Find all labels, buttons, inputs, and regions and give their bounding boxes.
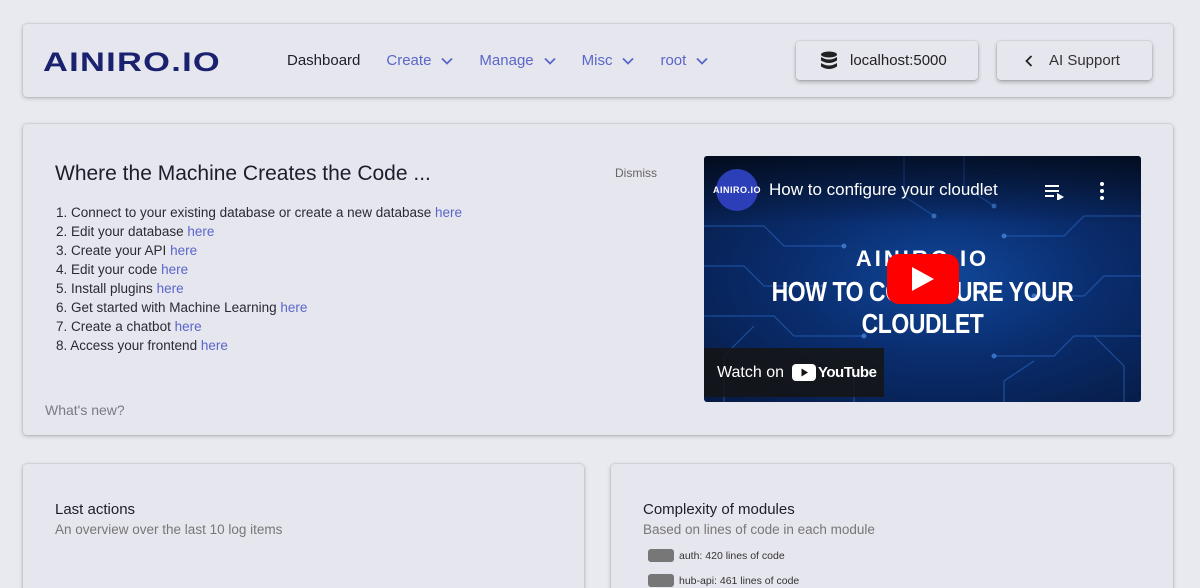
playlist-add-icon[interactable]: [1045, 184, 1065, 200]
chevron-down-icon: [544, 57, 556, 65]
youtube-embed[interactable]: AINIRO.IO How to configure your cloudlet…: [704, 156, 1141, 402]
complexity-subtitle: Based on lines of code in each module: [643, 522, 875, 537]
step-text: 3. Create your API: [56, 243, 167, 258]
step-link[interactable]: here: [187, 224, 214, 239]
step-link[interactable]: here: [161, 262, 188, 277]
chevron-down-icon: [441, 57, 454, 65]
database-button-label: localhost:5000: [850, 52, 947, 69]
watch-on-label: Watch on: [717, 363, 784, 381]
getting-started-steps: 1. Connect to your existing database or …: [56, 203, 462, 355]
step-link[interactable]: here: [175, 319, 202, 334]
database-icon: [821, 51, 837, 69]
step-text: 1. Connect to your existing database or …: [56, 205, 432, 220]
nav-root[interactable]: root: [660, 52, 708, 69]
step-text: 8. Access your frontend: [56, 338, 198, 353]
step-text: 4. Edit your code: [56, 262, 158, 277]
legend-swatch: [648, 549, 674, 562]
step-text: 7. Create a chatbot: [56, 319, 171, 334]
legend-label: auth: 420 lines of code: [679, 549, 785, 562]
chevron-left-icon: [1025, 54, 1033, 67]
ainiro-logo[interactable]: AINIRO.IO: [43, 48, 223, 74]
play-icon: [912, 267, 934, 291]
list-item: 6. Get started with Machine Learning her…: [56, 298, 462, 317]
ai-support-button[interactable]: AI Support: [997, 41, 1152, 80]
last-actions-title: Last actions: [55, 501, 136, 518]
whats-new-link[interactable]: What's new?: [45, 402, 125, 418]
step-text: 2. Edit your database: [56, 224, 184, 239]
youtube-icon: [792, 364, 816, 381]
step-link[interactable]: here: [280, 300, 307, 315]
step-link[interactable]: here: [201, 338, 228, 353]
nav-manage[interactable]: Manage: [479, 52, 556, 69]
list-item: 2. Edit your database here: [56, 222, 462, 241]
youtube-logo: YouTube: [792, 364, 877, 381]
main-nav: Dashboard Create Manage Misc root: [287, 24, 734, 97]
nav-dashboard[interactable]: Dashboard: [287, 52, 360, 69]
nav-create-label: Create: [386, 52, 432, 69]
nav-root-label: root: [660, 52, 687, 69]
list-item: 3. Create your API here: [56, 241, 462, 260]
channel-avatar[interactable]: AINIRO.IO: [713, 169, 761, 211]
chevron-down-icon: [696, 57, 708, 65]
logo-text: AINIRO.IO: [43, 48, 221, 74]
play-button[interactable]: [887, 254, 959, 304]
nav-misc-label: Misc: [581, 52, 613, 69]
nav-manage-label: Manage: [479, 52, 534, 69]
last-actions-subtitle: An overview over the last 10 log items: [55, 522, 283, 537]
list-item: 5. Install plugins here: [56, 279, 462, 298]
legend-swatch: [648, 574, 674, 587]
nav-misc[interactable]: Misc: [582, 52, 635, 69]
step-link[interactable]: here: [157, 281, 184, 296]
top-navbar: AINIRO.IO Dashboard Create Manage Misc r…: [23, 24, 1173, 97]
list-item: 7. Create a chatbot here: [56, 317, 462, 336]
step-link[interactable]: here: [435, 205, 462, 220]
ai-support-label: AI Support: [1049, 52, 1120, 69]
legend-label: hub-api: 461 lines of code: [679, 574, 800, 587]
video-title[interactable]: How to configure your cloudlet: [769, 180, 998, 200]
step-text: 6. Get started with Machine Learning: [56, 300, 277, 315]
nav-create[interactable]: Create: [386, 52, 454, 69]
watch-on-youtube[interactable]: Watch on YouTube: [704, 348, 884, 397]
dismiss-link[interactable]: Dismiss: [615, 166, 657, 180]
list-item: 8. Access your frontend here: [56, 336, 462, 355]
more-vertical-icon[interactable]: [1099, 181, 1105, 201]
nav-dashboard-label: Dashboard: [287, 52, 361, 69]
step-text: 5. Install plugins: [56, 281, 153, 296]
legend-item[interactable]: hub-api: 461 lines of code: [648, 574, 799, 587]
list-item: 4. Edit your code here: [56, 260, 462, 279]
chevron-down-icon: [622, 57, 635, 65]
complexity-card: Complexity of modules Based on lines of …: [611, 464, 1173, 588]
complexity-title: Complexity of modules: [643, 501, 795, 518]
welcome-card: Where the Machine Creates the Code ... D…: [23, 124, 1173, 435]
welcome-title: Where the Machine Creates the Code ...: [55, 162, 431, 185]
database-button[interactable]: localhost:5000: [796, 41, 978, 80]
legend-item[interactable]: auth: 420 lines of code: [648, 549, 785, 562]
last-actions-card: Last actions An overview over the last 1…: [23, 464, 584, 588]
list-item: 1. Connect to your existing database or …: [56, 203, 462, 222]
youtube-wordmark: YouTube: [818, 364, 877, 381]
step-link[interactable]: here: [170, 243, 197, 258]
